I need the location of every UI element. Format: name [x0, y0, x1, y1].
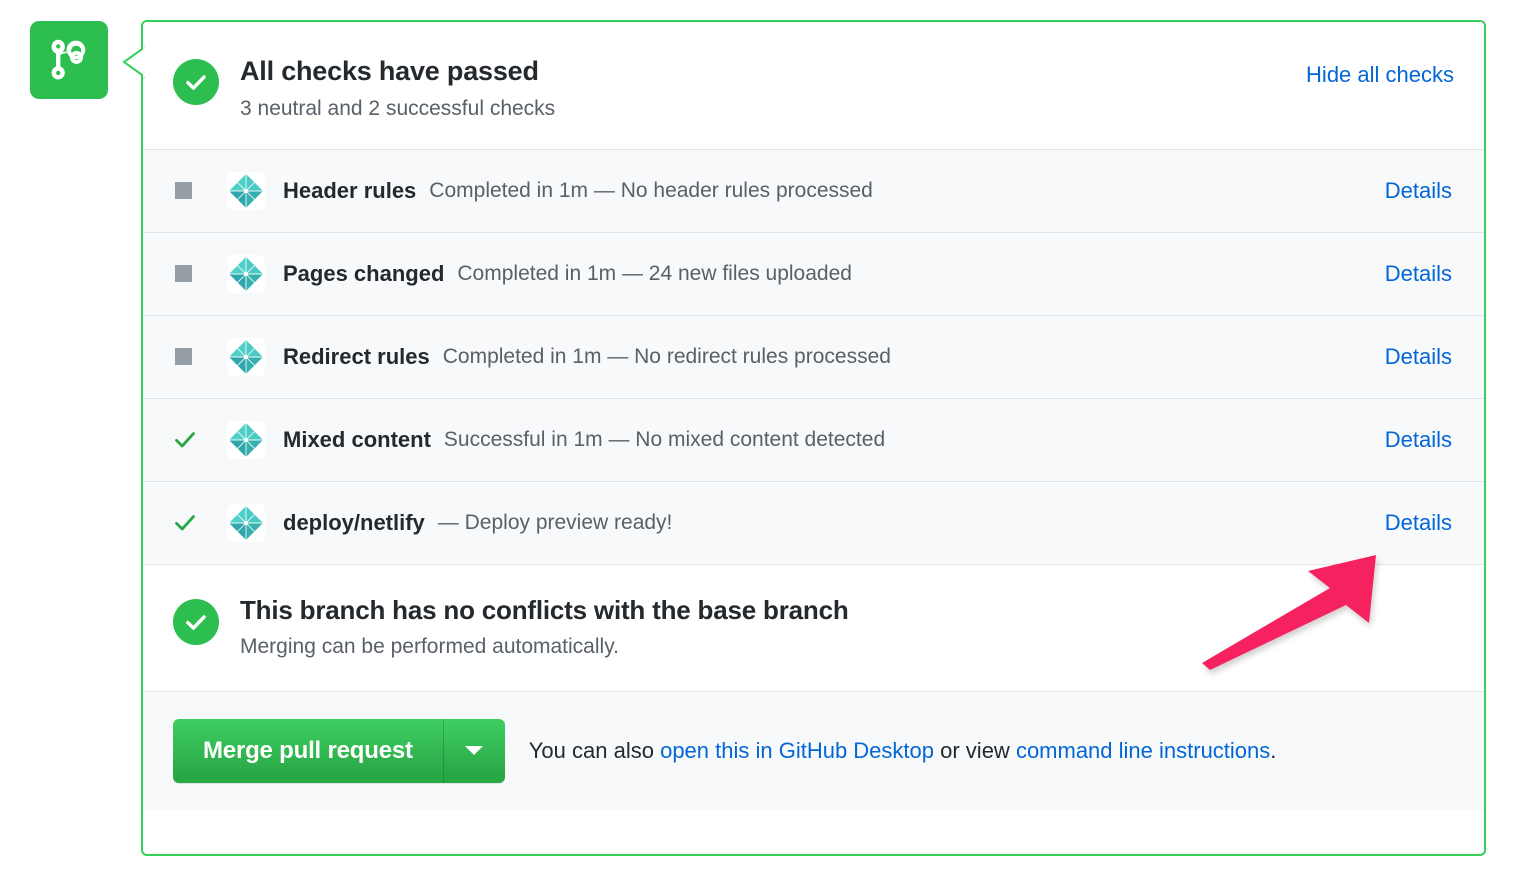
check-description: Completed in 1m — No header rules proces… — [429, 179, 1368, 203]
git-merge-icon — [46, 37, 92, 83]
checks-list: Header rules Completed in 1m — No header … — [143, 150, 1484, 565]
netlify-logo-icon — [227, 338, 265, 376]
check-row: deploy/netlify — Deploy preview ready! Det… — [143, 482, 1484, 565]
conflict-subtitle: Merging can be performed automatically. — [240, 635, 1454, 659]
check-details-link[interactable]: Details — [1385, 344, 1452, 370]
command-line-instructions-link[interactable]: command line instructions — [1016, 738, 1270, 763]
merge-pull-request-button[interactable]: Merge pull request — [173, 719, 443, 783]
footer-note-prefix: You can also — [529, 738, 660, 763]
check-description: — Deploy preview ready! — [438, 511, 1369, 535]
merge-status-card: All checks have passed 3 neutral and 2 s… — [141, 20, 1486, 856]
check-circle-icon — [173, 59, 219, 105]
check-name: Redirect rules — [283, 344, 430, 370]
checks-header: All checks have passed 3 neutral and 2 s… — [143, 22, 1484, 150]
netlify-logo-icon — [227, 172, 265, 210]
neutral-square-icon — [173, 182, 207, 199]
merge-footer: Merge pull request You can also open thi… — [143, 692, 1484, 810]
netlify-logo-icon — [227, 504, 265, 542]
merge-button-group: Merge pull request — [173, 719, 505, 783]
check-row: Mixed content Successful in 1m — No mixed… — [143, 399, 1484, 482]
footer-note: You can also open this in GitHub Desktop… — [529, 738, 1277, 764]
screenshot-root: All checks have passed 3 neutral and 2 s… — [0, 0, 1516, 878]
branch-conflict-text: This branch has no conflicts with the ba… — [240, 595, 1454, 659]
check-details-link[interactable]: Details — [1385, 261, 1452, 287]
check-description: Completed in 1m — 24 new files uploaded — [457, 262, 1368, 286]
check-name: Mixed content — [283, 427, 431, 453]
check-icon — [173, 428, 207, 452]
check-name: deploy/netlify — [283, 510, 425, 536]
netlify-logo-icon — [227, 255, 265, 293]
checks-summary: 3 neutral and 2 successful checks — [240, 95, 1306, 122]
github-desktop-link[interactable]: open this in GitHub Desktop — [660, 738, 934, 763]
check-row: Redirect rules Completed in 1m — No redir… — [143, 316, 1484, 399]
check-circle-icon — [173, 599, 219, 645]
netlify-logo-icon — [227, 421, 265, 459]
conflict-title: This branch has no conflicts with the ba… — [240, 595, 1454, 626]
footer-note-middle: or view — [934, 738, 1016, 763]
check-description: Completed in 1m — No redirect rules proc… — [443, 345, 1369, 369]
neutral-square-icon — [173, 265, 207, 282]
neutral-square-icon — [173, 348, 207, 365]
checks-header-text: All checks have passed 3 neutral and 2 s… — [240, 55, 1306, 123]
branch-conflict-section: This branch has no conflicts with the ba… — [143, 565, 1484, 692]
git-merge-badge — [30, 21, 108, 99]
page-title: All checks have passed — [240, 55, 1306, 87]
card-pointer-notch — [122, 46, 146, 78]
check-details-link[interactable]: Details — [1385, 178, 1452, 204]
check-row: Header rules Completed in 1m — No header … — [143, 150, 1484, 233]
check-details-link[interactable]: Details — [1385, 427, 1452, 453]
chevron-down-icon — [465, 746, 483, 755]
merge-dropdown-button[interactable] — [443, 719, 505, 783]
hide-all-checks-link[interactable]: Hide all checks — [1306, 62, 1454, 88]
check-name: Header rules — [283, 178, 416, 204]
check-description: Successful in 1m — No mixed content dete… — [444, 428, 1369, 452]
footer-note-suffix: . — [1270, 738, 1276, 763]
check-icon — [173, 511, 207, 535]
check-row: Pages changed Completed in 1m — 24 new fi… — [143, 233, 1484, 316]
check-name: Pages changed — [283, 261, 444, 287]
check-details-link[interactable]: Details — [1385, 510, 1452, 536]
